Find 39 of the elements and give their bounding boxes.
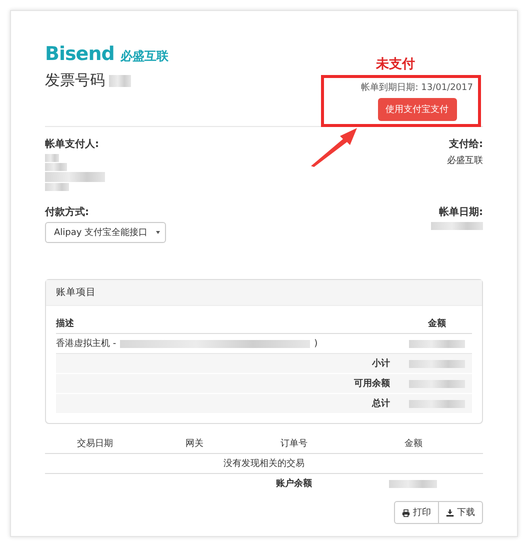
table-cell: ): [314, 338, 318, 348]
logo-name: 必盛互联: [120, 48, 168, 65]
blurred-text: [431, 222, 483, 230]
annotation-label: 未支付: [376, 56, 415, 73]
logo-wordmark: Bisend: [45, 43, 114, 65]
column-header: 金额: [404, 438, 422, 450]
annotation-arrow: [310, 127, 358, 167]
blurred-text: [409, 360, 465, 368]
pay-button[interactable]: 使用支付宝支付: [378, 98, 457, 121]
table-cell-text: 香港虚拟主机 -: [56, 338, 116, 350]
total-label: 小计: [372, 357, 390, 370]
download-button[interactable]: 下载: [439, 501, 483, 524]
empty-message: 没有发现相关的交易: [224, 458, 304, 470]
column-header: 交易日期: [76, 438, 113, 450]
column-header: 订单号: [280, 438, 308, 450]
payment-method-label: 付款方式:: [45, 205, 89, 219]
download-icon: [446, 508, 454, 516]
column-header: 金额: [427, 317, 447, 330]
caret-icon: [156, 231, 160, 234]
bill-date-label: 帐单日期:: [439, 206, 483, 219]
payee-label: 支付给:: [449, 138, 483, 151]
printer-icon: [402, 508, 410, 516]
column-header: 描述: [56, 317, 75, 330]
payment-method-select[interactable]: Alipay 支付宝全能接口: [45, 222, 166, 243]
balance-label: 账户余额: [276, 477, 312, 490]
blurred-text: [409, 400, 465, 408]
blurred-text: [389, 480, 438, 488]
total-label: 总计: [372, 397, 390, 410]
total-label: 可用余额: [354, 377, 390, 390]
panel-title: 账单项目: [46, 280, 482, 306]
print-button[interactable]: 打印: [394, 501, 439, 524]
column-header: 网关: [185, 438, 204, 450]
payee-name: 必盛互联: [447, 154, 483, 167]
due-date: 帐单到期日期: 13/01/2017: [361, 82, 473, 94]
payer-label: 帐单支付人:: [45, 138, 99, 151]
blurred-text: [109, 74, 131, 86]
blurred-text: [409, 380, 465, 388]
invoice-title: 发票号码: [45, 71, 105, 90]
blurred-text: [409, 340, 465, 348]
